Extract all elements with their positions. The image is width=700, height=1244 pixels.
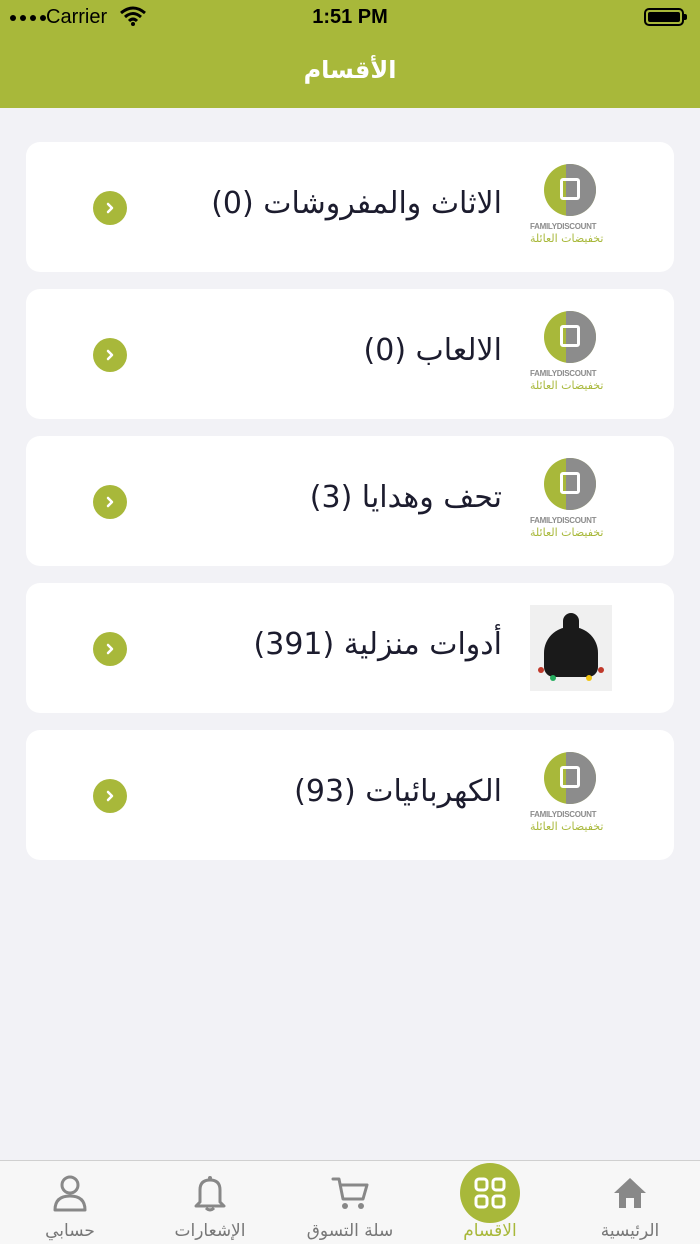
chevron-right-icon[interactable] <box>93 485 127 519</box>
category-card[interactable]: FAMILYDISCOUNT تخفيضات العائلة تحف وهداي… <box>26 436 674 566</box>
category-title: الاثاث والمفروشات (0) <box>211 186 502 221</box>
tab-bar: حسابي الإشعارات سلة التسوق الاقسام الرئي… <box>0 1160 700 1244</box>
category-thumbnail: FAMILYDISCOUNT تخفيضات العائلة <box>530 311 612 397</box>
chevron-right-icon[interactable] <box>93 191 127 225</box>
category-thumbnail: FAMILYDISCOUNT تخفيضات العائلة <box>530 752 612 838</box>
chevron-right-icon[interactable] <box>93 779 127 813</box>
category-title: تحف وهدايا (3) <box>309 480 502 515</box>
tab-label: الاقسام <box>463 1221 517 1241</box>
tab-home[interactable]: الرئيسية <box>560 1161 700 1244</box>
category-title: الالعاب (0) <box>363 333 503 368</box>
family-discount-logo: FAMILYDISCOUNT تخفيضات العائلة <box>530 311 612 397</box>
tab-notifications[interactable]: الإشعارات <box>140 1161 280 1244</box>
category-card[interactable]: FAMILYDISCOUNT تخفيضات العائلة الكهربائي… <box>26 730 674 860</box>
category-title: الكهربائيات (93) <box>294 774 502 809</box>
category-thumbnail: FAMILYDISCOUNT تخفيضات العائلة <box>530 164 612 250</box>
cart-icon <box>330 1173 370 1213</box>
status-time: 1:51 PM <box>312 6 388 28</box>
tab-categories[interactable]: الاقسام <box>420 1161 560 1244</box>
nav-bar: الأقسام <box>0 40 700 108</box>
category-thumbnail <box>530 605 612 691</box>
category-list: FAMILYDISCOUNT تخفيضات العائلة الاثاث وا… <box>26 142 674 877</box>
tab-account[interactable]: حسابي <box>0 1161 140 1244</box>
category-thumbnail: FAMILYDISCOUNT تخفيضات العائلة <box>530 458 612 544</box>
tab-label: سلة التسوق <box>306 1221 394 1241</box>
user-icon <box>50 1173 90 1213</box>
grid-icon <box>460 1163 520 1223</box>
battery-icon <box>644 8 687 26</box>
home-icon <box>610 1173 650 1213</box>
family-discount-logo: FAMILYDISCOUNT تخفيضات العائلة <box>530 752 612 838</box>
page-title: الأقسام <box>303 56 397 84</box>
category-card[interactable]: أدوات منزلية (391) <box>26 583 674 713</box>
chevron-right-icon[interactable] <box>93 338 127 372</box>
family-discount-logo: FAMILYDISCOUNT تخفيضات العائلة <box>530 458 612 544</box>
tab-label: الرئيسية <box>600 1221 660 1241</box>
status-bar: Carrier 1:51 PM <box>0 0 700 40</box>
category-card[interactable]: FAMILYDISCOUNT تخفيضات العائلة الالعاب (… <box>26 289 674 419</box>
tab-cart[interactable]: سلة التسوق <box>280 1161 420 1244</box>
tab-label: حسابي <box>45 1221 95 1241</box>
family-discount-logo: FAMILYDISCOUNT تخفيضات العائلة <box>530 164 612 250</box>
bell-icon <box>190 1173 230 1213</box>
chevron-right-icon[interactable] <box>93 632 127 666</box>
lantern-product-photo <box>530 605 612 691</box>
category-card[interactable]: FAMILYDISCOUNT تخفيضات العائلة الاثاث وا… <box>26 142 674 272</box>
category-title: أدوات منزلية (391) <box>253 627 502 662</box>
tab-label: الإشعارات <box>174 1221 246 1241</box>
